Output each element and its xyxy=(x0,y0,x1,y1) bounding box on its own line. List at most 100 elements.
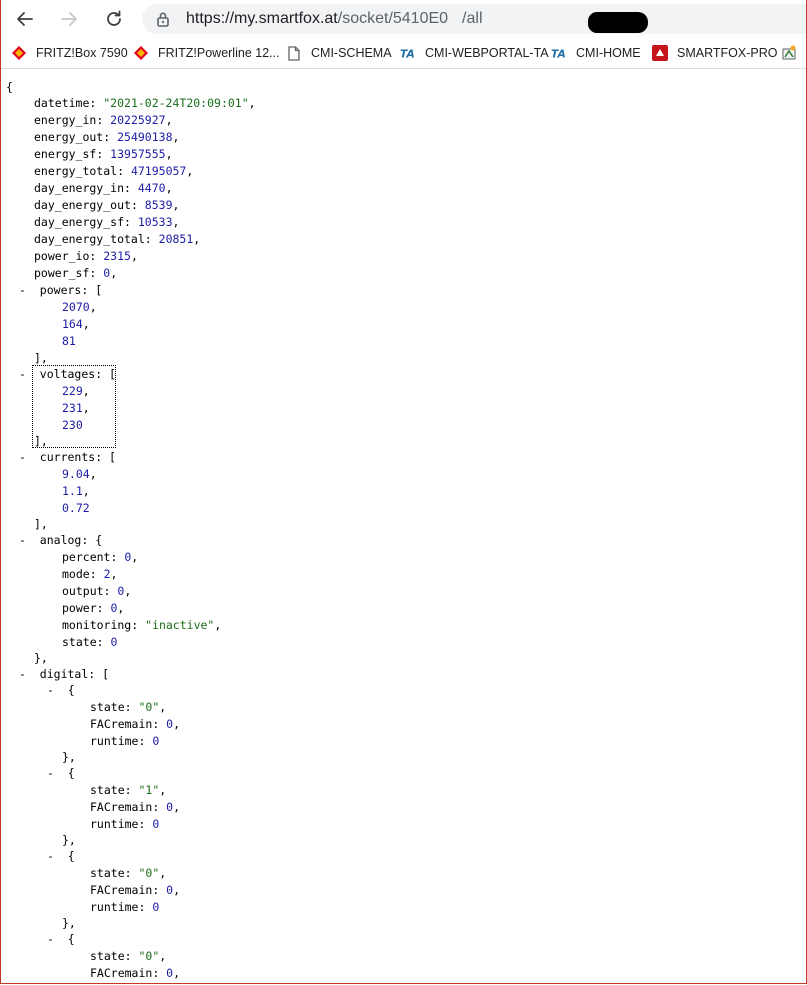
forward-arrow-icon xyxy=(61,12,77,26)
json-object-close: }, xyxy=(62,750,76,764)
json-row-power-io: power_io: 2315, xyxy=(34,249,138,263)
json-value-analog-state: 0 xyxy=(110,635,118,649)
json-object-open: - { xyxy=(47,683,75,697)
json-value-digital-3-state: "0" xyxy=(138,949,160,963)
json-value-powers-2: 81 xyxy=(62,334,76,348)
bookmark-more[interactable] xyxy=(781,42,806,64)
json-row-analog-state: state: 0 xyxy=(62,635,118,649)
json-row-analog-monitoring: monitoring: "inactive", xyxy=(62,618,222,632)
url-path-end: /all xyxy=(462,10,483,27)
json-value-currents-2: 0.72 xyxy=(62,501,90,515)
json-object-open: - { xyxy=(47,932,75,946)
json-row-voltages: - voltages: [ xyxy=(19,367,116,381)
bookmark-fritz-powerline[interactable]: FRITZ!Powerline 12... xyxy=(133,42,280,64)
json-open-brace: { xyxy=(6,80,13,94)
json-value-energy-in: 20225927 xyxy=(110,113,166,127)
json-row-energy-sf: energy_sf: 13957555, xyxy=(34,147,173,161)
bookmark-label: CMI-WEBPORTAL-TA xyxy=(425,46,549,60)
json-row-currents: - currents: [ xyxy=(19,450,116,464)
back-arrow-icon xyxy=(17,12,33,26)
json-close-bracket: ], xyxy=(34,434,48,448)
json-value-voltages-2: 230 xyxy=(62,418,83,432)
bookmark-fritzbox[interactable]: FRITZ!Box 7590 xyxy=(11,42,128,64)
collapse-toggle-digital-3[interactable]: - xyxy=(47,932,54,946)
json-close-brace: }, xyxy=(34,651,48,665)
smartfox-icon xyxy=(652,45,668,61)
bookmark-label: FRITZ!Box 7590 xyxy=(36,46,128,60)
url-path-start: /socket/5410E0 xyxy=(337,10,449,27)
json-value-analog-monitoring: "inactive" xyxy=(145,618,215,632)
redaction-mark xyxy=(588,12,648,33)
json-value-digital-2-runtime: 0 xyxy=(152,900,160,914)
url-text: https://my.smartfox.at/socket/5410E0/all xyxy=(186,10,483,28)
collapse-toggle-powers[interactable]: - xyxy=(19,283,26,297)
json-row-digital-facremain: FACremain: 0, xyxy=(90,883,181,897)
json-row-digital: - digital: [ xyxy=(19,667,110,681)
json-object-close: }, xyxy=(62,833,76,847)
json-value-voltages-0: 229 xyxy=(62,384,83,398)
address-bar[interactable]: https://my.smartfox.at/socket/5410E0/all xyxy=(142,4,807,34)
json-array-item: 0.72 xyxy=(62,500,90,517)
json-array-item: 9.04, xyxy=(62,467,97,481)
reload-icon xyxy=(107,10,121,26)
lock-icon xyxy=(157,12,169,27)
json-row-datetime: datetime: "2021-02-24T20:09:01", xyxy=(34,96,256,110)
json-row-digital-runtime: runtime: 0 xyxy=(90,734,160,748)
json-row-analog-power: power: 0, xyxy=(62,601,125,615)
json-value-datetime: "2021-02-24T20:09:01" xyxy=(103,96,249,110)
json-value-day-energy-total: 20851 xyxy=(158,232,194,246)
collapse-toggle-voltages[interactable]: - xyxy=(19,367,26,381)
json-row-digital-facremain: FACremain: 0, xyxy=(90,800,181,814)
page-icon xyxy=(286,45,302,61)
json-value-digital-2-state: "0" xyxy=(138,866,160,880)
collapse-toggle-digital[interactable]: - xyxy=(19,667,26,681)
json-row-digital-runtime: runtime: 0 xyxy=(90,900,160,914)
bookmark-label: FRITZ!Powerline 12... xyxy=(158,46,280,60)
json-row-powers: - powers: [ xyxy=(19,283,103,297)
json-row-digital-facremain: FACremain: 0, xyxy=(90,966,181,980)
back-button[interactable] xyxy=(10,4,40,34)
collapse-toggle-digital-1[interactable]: - xyxy=(47,766,54,780)
collapse-toggle-digital-0[interactable]: - xyxy=(47,683,54,697)
json-row-analog: - analog: { xyxy=(19,533,103,547)
fritz-icon xyxy=(133,45,149,61)
json-row-energy-out: energy_out: 25490138, xyxy=(34,130,180,144)
json-close-bracket: ], xyxy=(34,517,48,531)
json-array-item: 1.1, xyxy=(62,484,90,498)
json-value-currents-1: 1.1 xyxy=(62,484,83,498)
json-array-item: 231, xyxy=(62,401,90,415)
browser-toolbar: https://my.smartfox.at/socket/5410E0/all xyxy=(0,0,807,38)
json-value-power-io: 2315 xyxy=(103,249,131,263)
json-value-digital-1-state: "1" xyxy=(138,783,160,797)
forward-button[interactable] xyxy=(54,4,84,34)
bookmark-smartfox-pro[interactable]: SMARTFOX-PRO xyxy=(652,42,777,64)
json-row-analog-mode: mode: 2, xyxy=(62,567,118,581)
bookmark-cmi-webportal[interactable]: TA CMI-WEBPORTAL-TA xyxy=(400,42,549,64)
collapse-toggle-digital-2[interactable]: - xyxy=(47,849,54,863)
bookmark-cmi-home[interactable]: TA CMI-HOME xyxy=(551,42,641,64)
json-value-day-energy-out: 8539 xyxy=(144,198,173,212)
svg-text:TA: TA xyxy=(551,47,566,60)
json-array-item: 81 xyxy=(62,333,76,350)
svg-text:TA: TA xyxy=(400,47,415,60)
json-row-digital-runtime: runtime: 0 xyxy=(90,817,160,831)
json-row-digital-facremain: FACremain: 0, xyxy=(90,717,181,731)
json-value-voltages-1: 231 xyxy=(62,401,83,415)
json-value-digital-1-runtime: 0 xyxy=(152,817,160,831)
reload-button[interactable] xyxy=(99,4,129,34)
json-row-energy-in: energy_in: 20225927, xyxy=(34,113,173,127)
json-array-item: 230 xyxy=(62,417,83,434)
json-object-open: - { xyxy=(47,766,75,780)
json-array-item: 2070, xyxy=(62,300,97,314)
json-value-digital-0-runtime: 0 xyxy=(152,734,160,748)
collapse-toggle-analog[interactable]: - xyxy=(19,533,26,547)
json-row-power-sf: power_sf: 0, xyxy=(34,266,118,280)
json-value-powers-0: 2070 xyxy=(62,300,90,314)
json-value-analog-mode: 2 xyxy=(103,567,111,581)
collapse-toggle-currents[interactable]: - xyxy=(19,450,26,464)
bookmarks-bar: FRITZ!Box 7590 FRITZ!Powerline 12... CMI… xyxy=(0,38,807,69)
json-value-energy-out: 25490138 xyxy=(117,130,173,144)
json-row-energy-total: energy_total: 47195057, xyxy=(34,164,194,178)
json-object-open: - { xyxy=(47,849,75,863)
bookmark-cmi-schema[interactable]: CMI-SCHEMA xyxy=(286,42,392,64)
